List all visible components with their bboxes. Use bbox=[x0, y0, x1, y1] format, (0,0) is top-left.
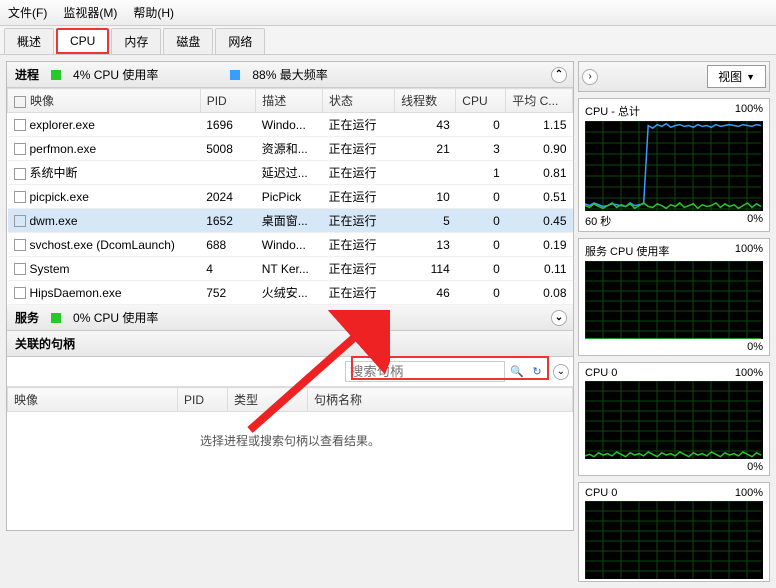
handles-header[interactable]: 关联的句柄 bbox=[7, 331, 573, 357]
menubar: 文件(F) 监视器(M) 帮助(H) bbox=[0, 0, 776, 26]
collapse-icon[interactable]: ⌄ bbox=[551, 310, 567, 326]
processes-header[interactable]: 进程 4% CPU 使用率 88% 最大频率 ⌃ bbox=[7, 62, 573, 88]
right-toolbar: › 视图 ▼ bbox=[578, 61, 770, 92]
col-image[interactable]: 映像 bbox=[8, 89, 201, 113]
col-desc[interactable]: 描述 bbox=[256, 89, 323, 113]
tab-overview[interactable]: 概述 bbox=[4, 28, 54, 54]
menu-help[interactable]: 帮助(H) bbox=[133, 4, 174, 21]
table-row[interactable]: 系统中断延迟过...正在运行10.81 bbox=[8, 161, 573, 185]
handles-title: 关联的句柄 bbox=[15, 335, 75, 352]
processes-title: 进程 bbox=[15, 66, 39, 83]
search-input[interactable] bbox=[345, 361, 505, 382]
collapse-icon[interactable]: ⌄ bbox=[553, 364, 569, 380]
handles-table: 映像 PID 类型 句柄名称 bbox=[7, 387, 573, 412]
tab-memory[interactable]: 内存 bbox=[111, 28, 161, 54]
tabbar: 概述 CPU 内存 磁盘 网络 bbox=[0, 26, 776, 55]
hcol-name[interactable]: 句柄名称 bbox=[308, 388, 573, 412]
freq-icon bbox=[230, 70, 240, 80]
table-row[interactable]: perfmon.exe5008资源和...正在运行2130.90 bbox=[8, 137, 573, 161]
table-row[interactable]: svchost.exe (DcomLaunch)688Windo...正在运行1… bbox=[8, 233, 573, 257]
handles-empty-msg: 选择进程或搜索句柄以查看结果。 bbox=[7, 412, 573, 469]
graph-2: CPU 0100% 0% bbox=[578, 362, 770, 476]
col-pid[interactable]: PID bbox=[200, 89, 256, 113]
hcol-type[interactable]: 类型 bbox=[228, 388, 308, 412]
svc-cpu-label: 0% CPU 使用率 bbox=[73, 309, 158, 326]
graph-3: CPU 0100% bbox=[578, 482, 770, 582]
col-threads[interactable]: 线程数 bbox=[395, 89, 456, 113]
hcol-image[interactable]: 映像 bbox=[8, 388, 178, 412]
services-header[interactable]: 服务 0% CPU 使用率 ⌄ bbox=[7, 305, 573, 331]
services-title: 服务 bbox=[15, 309, 39, 326]
table-row[interactable]: HipsDaemon.exe752火绒安...正在运行4600.08 bbox=[8, 281, 573, 305]
collapse-icon[interactable]: › bbox=[582, 69, 598, 85]
table-row[interactable]: picpick.exe2024PicPick正在运行1000.51 bbox=[8, 185, 573, 209]
table-row[interactable]: System4NT Ker...正在运行11400.11 bbox=[8, 257, 573, 281]
svc-cpu-icon bbox=[51, 313, 61, 323]
col-status[interactable]: 状态 bbox=[322, 89, 394, 113]
cpu-usage-icon bbox=[51, 70, 61, 80]
search-icon[interactable]: 🔍 bbox=[509, 364, 525, 380]
col-cpu[interactable]: CPU bbox=[456, 89, 506, 113]
graph-1: 服务 CPU 使用率100% 0% bbox=[578, 238, 770, 356]
cpu-usage-label: 4% CPU 使用率 bbox=[73, 66, 158, 83]
dropdown-icon: ▼ bbox=[746, 72, 755, 82]
table-row[interactable]: explorer.exe1696Windo...正在运行4301.15 bbox=[8, 113, 573, 137]
tab-network[interactable]: 网络 bbox=[215, 28, 265, 54]
table-row[interactable]: dwm.exe1652桌面窗...正在运行500.45 bbox=[8, 209, 573, 233]
collapse-icon[interactable]: ⌃ bbox=[551, 67, 567, 83]
processes-table: 映像 PID 描述 状态 线程数 CPU 平均 C... explorer.ex… bbox=[7, 88, 573, 305]
col-avg[interactable]: 平均 C... bbox=[506, 89, 573, 113]
refresh-icon[interactable]: ↻ bbox=[529, 364, 545, 380]
menu-file[interactable]: 文件(F) bbox=[8, 4, 47, 21]
tab-cpu[interactable]: CPU bbox=[56, 28, 109, 54]
graph-0: CPU - 总计100% 60 秒0% bbox=[578, 98, 770, 232]
view-button[interactable]: 视图 ▼ bbox=[707, 65, 766, 88]
freq-label: 88% 最大频率 bbox=[252, 66, 327, 83]
menu-monitor[interactable]: 监视器(M) bbox=[63, 4, 117, 21]
tab-disk[interactable]: 磁盘 bbox=[163, 28, 213, 54]
hcol-pid[interactable]: PID bbox=[178, 388, 228, 412]
